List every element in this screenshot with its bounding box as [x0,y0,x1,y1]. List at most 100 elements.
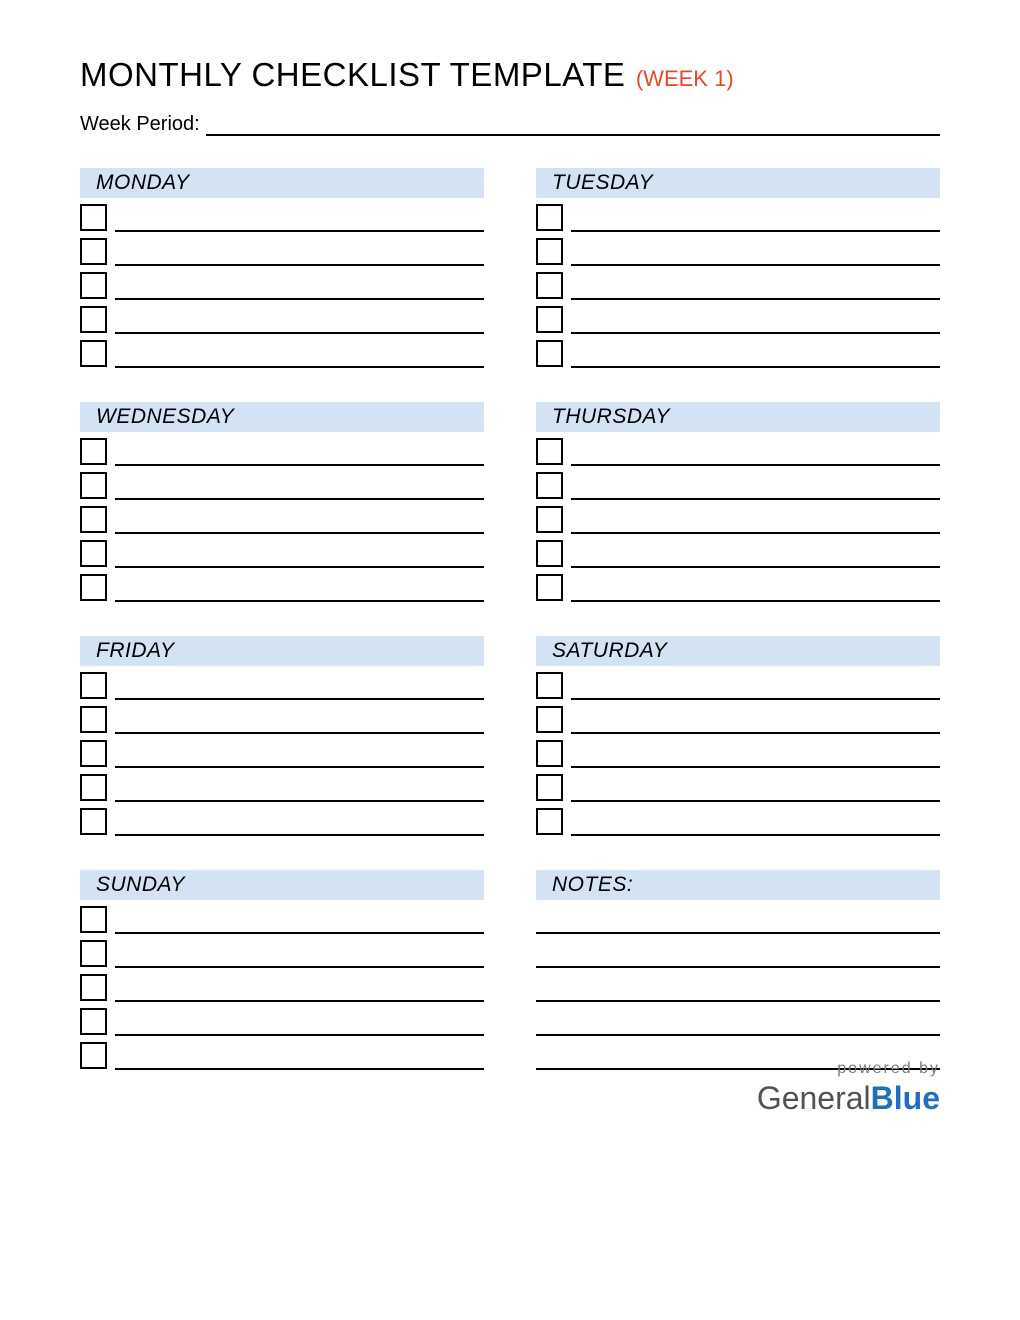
task-line[interactable] [571,768,940,802]
task-line[interactable] [115,300,484,334]
checkbox[interactable] [536,808,563,835]
checkbox[interactable] [80,438,107,465]
checklist-row [80,768,484,802]
checkbox[interactable] [536,740,563,767]
task-line[interactable] [571,666,940,700]
checkbox[interactable] [536,238,563,265]
task-line[interactable] [571,466,940,500]
task-line[interactable] [571,802,940,836]
day-saturday: SATURDAY [536,636,940,836]
checkbox[interactable] [536,204,563,231]
task-line[interactable] [571,300,940,334]
task-line[interactable] [115,968,484,1002]
notes-line[interactable] [536,1002,940,1036]
checkbox[interactable] [536,774,563,801]
checklist-row [80,1002,484,1036]
week-period-label: Week Period: [80,113,206,136]
checkbox[interactable] [536,306,563,333]
powered-by-label: powered by [757,1060,940,1078]
task-line[interactable] [115,1002,484,1036]
checklist-row [80,432,484,466]
checkbox[interactable] [80,740,107,767]
day-header-friday: FRIDAY [80,636,484,666]
checkbox[interactable] [80,808,107,835]
task-line[interactable] [115,900,484,934]
task-line[interactable] [115,700,484,734]
checkbox[interactable] [80,774,107,801]
task-line[interactable] [571,500,940,534]
checklist-row [80,300,484,334]
checkbox[interactable] [80,1008,107,1035]
task-line[interactable] [115,466,484,500]
task-line[interactable] [115,334,484,368]
title: MONTHLY CHECKLIST TEMPLATE (WEEK 1) [80,56,940,94]
checklist-row [536,300,940,334]
checkbox[interactable] [536,438,563,465]
checkbox[interactable] [80,574,107,601]
task-line[interactable] [571,700,940,734]
notes-row [536,1002,940,1036]
checkbox[interactable] [536,574,563,601]
task-line[interactable] [115,666,484,700]
checkbox[interactable] [80,340,107,367]
day-header-monday: MONDAY [80,168,484,198]
task-line[interactable] [571,334,940,368]
task-line[interactable] [571,198,940,232]
checkbox[interactable] [80,974,107,1001]
checkbox[interactable] [536,540,563,567]
task-line[interactable] [115,734,484,768]
notes-line[interactable] [536,934,940,968]
notes-line[interactable] [536,900,940,934]
task-line[interactable] [115,432,484,466]
checklist-row [80,500,484,534]
checklist-grid: MONDAY TUESDAY WEDNESDAY THURSDAY [80,168,940,1070]
task-line[interactable] [115,198,484,232]
checkbox[interactable] [536,672,563,699]
checkbox[interactable] [80,472,107,499]
day-header-tuesday: TUESDAY [536,168,940,198]
task-line[interactable] [571,432,940,466]
checklist-row [80,802,484,836]
task-line[interactable] [115,500,484,534]
checkbox[interactable] [80,940,107,967]
checkbox[interactable] [80,272,107,299]
checkbox[interactable] [80,540,107,567]
task-line[interactable] [115,232,484,266]
checklist-row [80,700,484,734]
task-line[interactable] [115,768,484,802]
task-line[interactable] [115,1036,484,1070]
page: MONTHLY CHECKLIST TEMPLATE (WEEK 1) Week… [0,0,1020,1110]
checkbox[interactable] [80,1042,107,1069]
task-line[interactable] [115,802,484,836]
task-line[interactable] [571,232,940,266]
task-line[interactable] [115,266,484,300]
checkbox[interactable] [80,672,107,699]
task-line[interactable] [115,534,484,568]
checklist-row [536,266,940,300]
checkbox[interactable] [80,506,107,533]
checkbox[interactable] [536,472,563,499]
checkbox[interactable] [80,238,107,265]
checklist-row [80,466,484,500]
checkbox[interactable] [536,340,563,367]
checkbox[interactable] [536,506,563,533]
checkbox[interactable] [80,306,107,333]
task-line[interactable] [571,534,940,568]
task-line[interactable] [115,568,484,602]
day-sunday: SUNDAY [80,870,484,1070]
checkbox[interactable] [536,272,563,299]
task-line[interactable] [571,568,940,602]
task-line[interactable] [571,266,940,300]
day-header-sunday: SUNDAY [80,870,484,900]
checkbox[interactable] [80,706,107,733]
checkbox[interactable] [80,906,107,933]
task-line[interactable] [571,734,940,768]
week-period-input-line[interactable] [206,112,940,136]
checkbox[interactable] [536,706,563,733]
notes-line[interactable] [536,968,940,1002]
checklist-row [80,534,484,568]
checkbox[interactable] [80,204,107,231]
task-line[interactable] [115,934,484,968]
notes-block: NOTES: [536,870,940,1070]
checklist-row [80,934,484,968]
